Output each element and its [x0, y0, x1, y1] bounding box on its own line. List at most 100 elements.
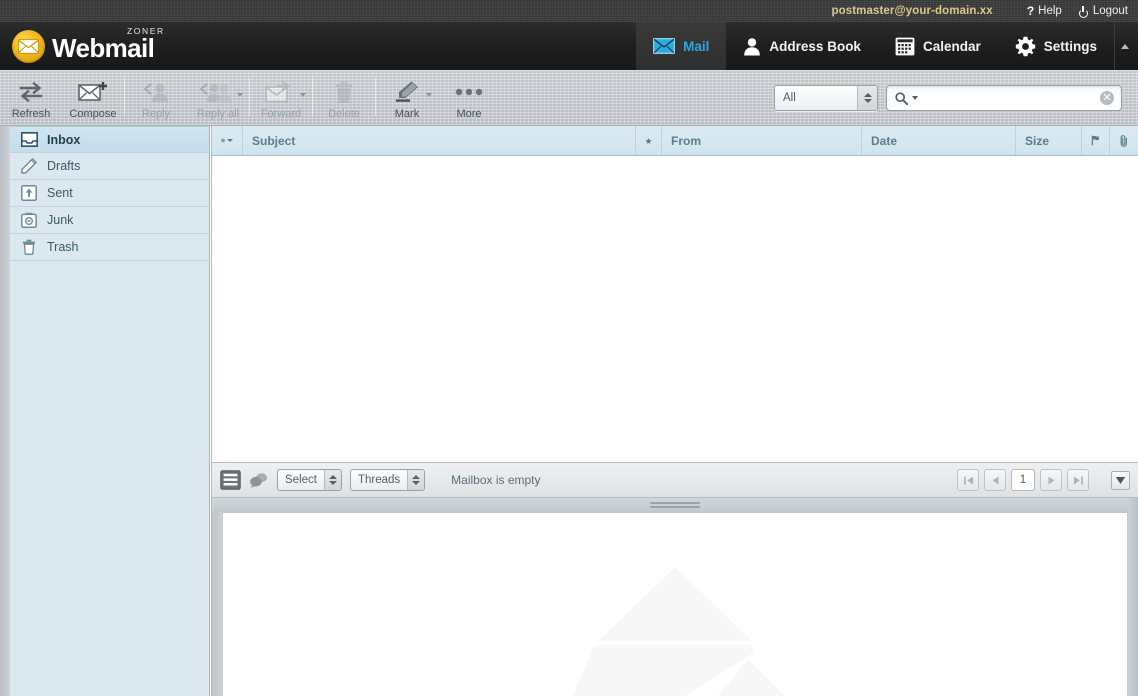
three-dots-icon — [454, 79, 484, 105]
sidebar-item-junk-label: Junk — [47, 213, 73, 227]
last-page-button[interactable] — [1067, 469, 1089, 491]
previous-page-button[interactable] — [984, 469, 1006, 491]
message-list-body[interactable] — [212, 156, 1138, 462]
column-header-star[interactable] — [636, 126, 662, 155]
person-icon — [743, 37, 761, 56]
threads-menu[interactable]: Threads — [350, 469, 425, 491]
sent-box-icon — [20, 184, 38, 202]
current-user-email: postmaster@your-domain.xx — [831, 5, 992, 17]
list-view-icon — [220, 470, 241, 490]
pane-splitter[interactable] — [211, 498, 1138, 512]
tab-mail[interactable]: Mail — [636, 22, 726, 70]
current-page-input[interactable]: 1 — [1011, 469, 1035, 491]
sidebar-item-drafts[interactable]: Drafts — [10, 153, 209, 180]
stepper-arrows-icon — [407, 470, 424, 490]
star-icon — [645, 134, 652, 148]
tab-calendar[interactable]: Calendar — [878, 22, 998, 70]
tab-calendar-label: Calendar — [923, 39, 981, 54]
search-input[interactable] — [922, 92, 1096, 104]
column-header-date[interactable]: Date — [862, 126, 1016, 155]
tab-address-book[interactable]: Address Book — [726, 22, 878, 70]
sidebar-item-sent[interactable]: Sent — [10, 180, 209, 207]
reply-all-button[interactable]: Reply all — [187, 70, 249, 124]
column-header-flag[interactable] — [1082, 126, 1110, 155]
envelope-icon — [653, 38, 675, 54]
refresh-label: Refresh — [12, 108, 51, 120]
stepper-arrows-icon — [857, 86, 877, 110]
collapse-preview-button[interactable] — [1111, 471, 1130, 490]
pagination-controls: 1 — [957, 469, 1089, 491]
sidebar-item-sent-label: Sent — [47, 186, 73, 200]
next-page-icon — [1046, 475, 1057, 486]
calendar-icon — [895, 37, 915, 56]
conversation-view-toggle[interactable] — [249, 472, 269, 488]
logout-link[interactable]: Logout — [1078, 5, 1128, 17]
select-menu[interactable]: Select — [277, 469, 342, 491]
compose-label: Compose — [69, 108, 116, 120]
forward-dropdown-caret[interactable] — [300, 93, 306, 97]
message-list-footer: Select Threads Mailbox is empty 1 — [211, 462, 1138, 498]
column-date-label: Date — [871, 134, 897, 148]
search-field-wrapper[interactable]: ✕ — [886, 85, 1122, 111]
trash-icon — [334, 79, 354, 105]
message-list-header: Subject From Date Size — [212, 126, 1138, 156]
sidebar-item-trash-label: Trash — [47, 240, 79, 254]
refresh-arrows-icon — [18, 79, 44, 105]
tab-settings[interactable]: Settings — [998, 22, 1114, 70]
more-button[interactable]: More — [438, 70, 500, 124]
column-header-attachment[interactable] — [1110, 126, 1138, 155]
top-utility-bar: postmaster@your-domain.xx ? Help Logout — [0, 0, 1138, 22]
junk-box-icon — [20, 211, 38, 229]
column-size-label: Size — [1025, 134, 1049, 148]
tab-settings-label: Settings — [1044, 39, 1097, 54]
message-list-pane: Subject From Date Size — [211, 126, 1138, 462]
reply-button[interactable]: Reply — [125, 70, 187, 124]
forward-label: Forward — [261, 108, 301, 120]
mailbox-status-text: Mailbox is empty — [451, 473, 540, 487]
delete-button[interactable]: Delete — [313, 70, 375, 124]
first-page-button[interactable] — [957, 469, 979, 491]
sidebar-item-trash[interactable]: Trash — [10, 234, 209, 261]
last-page-icon — [1073, 475, 1084, 486]
sidebar-item-inbox-label: Inbox — [47, 133, 80, 147]
chevron-up-icon — [1121, 44, 1129, 49]
first-page-icon — [963, 475, 974, 486]
brand-logo[interactable]: ZONER Webmail — [0, 22, 154, 70]
tab-address-book-label: Address Book — [769, 39, 861, 54]
mark-dropdown-caret[interactable] — [426, 93, 432, 97]
column-header-size[interactable]: Size — [1016, 126, 1082, 155]
forward-icon — [265, 79, 297, 105]
search-options-caret[interactable] — [912, 96, 918, 100]
conversation-bubbles-icon — [249, 472, 269, 488]
mail-toolbar: Refresh Compose Reply — [0, 70, 1138, 126]
list-options-button[interactable] — [212, 126, 243, 155]
help-label: Help — [1038, 5, 1062, 17]
next-page-button[interactable] — [1040, 469, 1062, 491]
mark-button[interactable]: Mark — [376, 70, 438, 124]
forward-button[interactable]: Forward — [250, 70, 312, 124]
clear-search-icon[interactable]: ✕ — [1100, 91, 1114, 105]
zoner-z-watermark — [530, 559, 820, 696]
marker-pen-icon — [393, 79, 421, 105]
column-from-label: From — [671, 134, 701, 148]
folder-sidebar: Inbox Drafts Sent Junk — [10, 126, 210, 696]
refresh-button[interactable]: Refresh — [0, 70, 62, 124]
chevron-down-icon — [227, 139, 233, 142]
sidebar-item-junk[interactable]: Junk — [10, 207, 209, 234]
help-link[interactable]: ? Help — [1027, 4, 1062, 18]
preview-right-rail — [1128, 498, 1138, 696]
app-header: ZONER Webmail Mail Address Book — [0, 22, 1138, 70]
search-scope-select[interactable]: All — [774, 85, 878, 111]
nav-collapse-toggle[interactable] — [1114, 22, 1138, 70]
sidebar-item-drafts-label: Drafts — [47, 159, 80, 173]
search-icon — [895, 92, 908, 105]
sidebar-item-inbox[interactable]: Inbox — [10, 126, 209, 153]
compose-button[interactable]: Compose — [62, 70, 124, 124]
threads-menu-value: Threads — [351, 474, 407, 486]
list-view-toggle[interactable] — [220, 470, 241, 490]
column-header-from[interactable]: From — [662, 126, 862, 155]
gear-icon — [1015, 36, 1036, 57]
reply-all-dropdown-caret[interactable] — [237, 93, 243, 97]
column-header-subject[interactable]: Subject — [243, 126, 636, 155]
more-label: More — [456, 108, 481, 120]
